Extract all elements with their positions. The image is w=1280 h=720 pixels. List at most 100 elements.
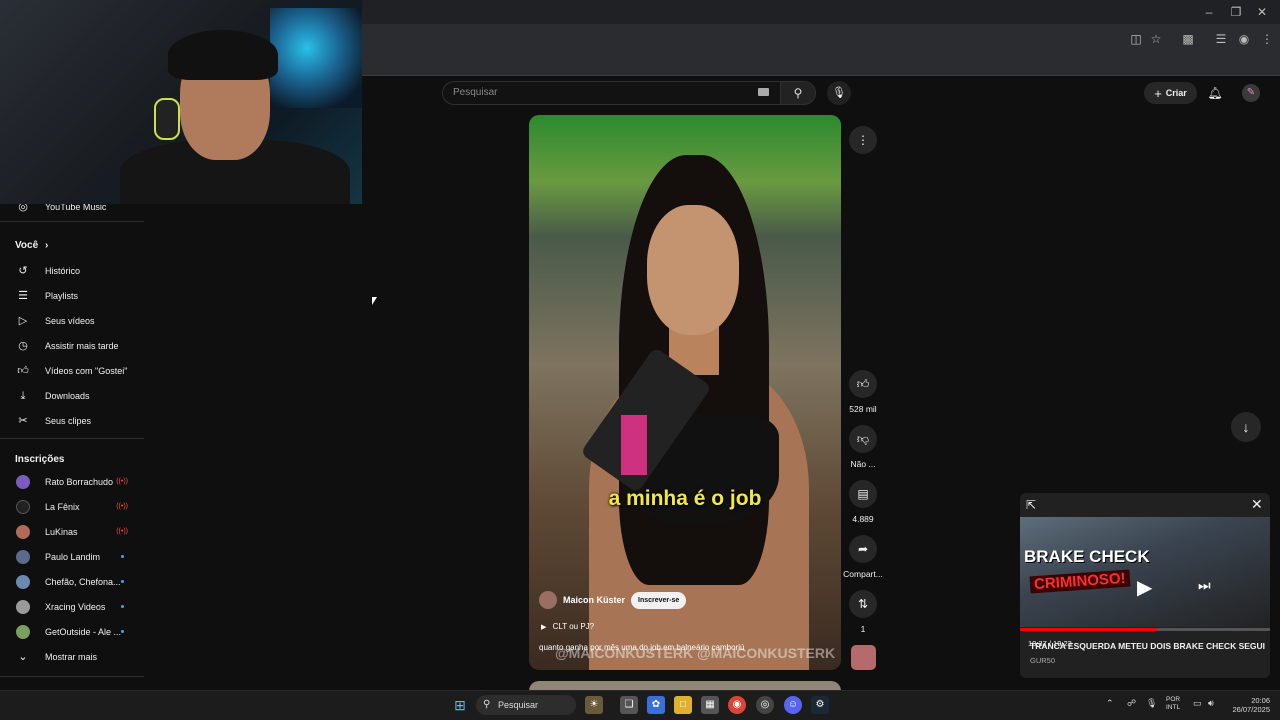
bookmark-star-icon[interactable]: ☆ [1148, 31, 1164, 47]
tray-overflow-icon[interactable]: ⌃ [1106, 698, 1114, 709]
webcam-background-monitor [270, 8, 362, 108]
sidebar-subscription-item[interactable]: Paulo Landim [0, 544, 144, 569]
new-content-dot [121, 555, 124, 558]
history-icon: ↺ [18, 264, 28, 277]
like-button[interactable]: 👍︎ [849, 370, 877, 398]
dislike-label: Não ... [850, 459, 876, 469]
store-icon[interactable]: ▦ [701, 696, 719, 714]
more-options-button[interactable]: ⋮ [849, 126, 877, 154]
profile-avatar[interactable]: ✎ [1242, 84, 1260, 102]
expand-icon[interactable]: ⇱ [1026, 498, 1036, 512]
thumbs-down-icon: 👎︎ [856, 432, 870, 446]
sidebar-you-heading[interactable]: Você › [15, 240, 48, 251]
channel-avatar [16, 549, 30, 564]
windows-start-icon[interactable]: ⊞ [451, 696, 469, 714]
skip-next-icon[interactable]: ⏭︎ [1198, 577, 1211, 594]
remix-icon: ⇅ [857, 597, 869, 611]
clock-time: 20:06 [1251, 696, 1270, 705]
search-icon: ⚲ [483, 699, 491, 710]
play-icon: ▶ [541, 624, 547, 631]
browser-menu-icon[interactable]: ⋮ [1259, 31, 1275, 47]
miniplayer-title[interactable]: TRANCA ESQUERDA METEU DOIS BRAKE CHECK S… [1030, 641, 1265, 651]
new-content-dot [121, 580, 124, 583]
miniplayer-channel[interactable]: GUR50 [1030, 656, 1055, 665]
arrow-down-icon: ↓ [1242, 419, 1250, 435]
sidebar-item-label: Xracing Videos [45, 601, 106, 612]
media-icon[interactable]: ☰ [1213, 31, 1229, 47]
sidebar-subscription-item[interactable]: Rato Borrachudo ((•)) [0, 469, 144, 494]
close-window-icon[interactable]: ✕ [1252, 4, 1272, 20]
copilot-icon[interactable]: ✿ [647, 696, 665, 714]
channel-avatar [16, 574, 30, 589]
task-view-icon[interactable]: ❏ [620, 696, 638, 714]
sidebar-show-more[interactable]: ⌄ Mostrar mais [0, 644, 144, 669]
windows-taskbar [0, 690, 1280, 720]
webcam-headset [154, 98, 180, 140]
chrome-icon[interactable]: ◉ [728, 696, 746, 714]
sidebar-subscription-item[interactable]: Xracing Videos [0, 594, 144, 619]
subscribe-button[interactable]: Inscrever-se [631, 591, 687, 609]
discord-icon[interactable]: ☺ [784, 696, 802, 714]
comments-button[interactable]: ▤ [849, 480, 877, 508]
channel-avatar[interactable] [539, 591, 557, 609]
volume-icon[interactable]: 🔊︎ [1208, 698, 1214, 709]
close-icon[interactable]: ✕ [1251, 496, 1263, 513]
sidebar-item-liked-videos[interactable]: 👍︎ Vídeos com "Gostei" [0, 358, 144, 383]
remix-button[interactable]: ⇅ [849, 590, 877, 618]
miniplayer[interactable]: ⇱ ✕ BRAKE CHECK CRIMINOSO! ▶ ⏭︎ 10:37 / … [1020, 493, 1270, 678]
sidebar-item-your-videos[interactable]: ▷ Seus vídeos [0, 308, 144, 333]
microphone-tray-icon[interactable]: 🎙︎ [1146, 698, 1157, 709]
search-button[interactable]: ⚲ [780, 81, 816, 105]
sidebar-subscription-item[interactable]: La Fênix ((•)) [0, 494, 144, 519]
download-icon: ⤓ [20, 389, 26, 402]
keyboard-icon[interactable] [758, 88, 769, 96]
obs-icon[interactable]: ◎ [756, 696, 774, 714]
profile-extension-icon[interactable]: ◉ [1236, 31, 1252, 47]
cast-icon[interactable]: ◫ [1128, 31, 1144, 47]
short-video-player[interactable]: a minha é o job @MAICONKUSTERK @MAICONKU… [529, 115, 841, 670]
dislike-button[interactable]: 👎︎ [849, 425, 877, 453]
sidebar-subscription-item[interactable]: GetOutside - Ale ... [0, 619, 144, 644]
search-input[interactable]: Pesquisar [442, 81, 780, 105]
comment-count: 4.889 [852, 514, 874, 524]
widgets-icon[interactable]: ☀ [585, 696, 603, 714]
input-language[interactable]: POR INTL [1166, 696, 1180, 712]
taskbar-search[interactable]: Pesquisar [476, 695, 576, 715]
sound-source-avatar[interactable] [851, 645, 876, 670]
share-icon: ➦ [857, 542, 869, 556]
minimize-icon[interactable]: – [1199, 4, 1219, 20]
sidebar-subscription-item[interactable]: Chefão, Chefona... [0, 569, 144, 594]
live-indicator-icon: ((•)) [116, 503, 128, 510]
notifications-bell-icon[interactable]: 🔔︎ [1206, 84, 1224, 102]
channel-avatar [16, 524, 30, 539]
channel-name[interactable]: Maicon Küster [563, 595, 625, 605]
share-button[interactable]: ➦ [849, 535, 877, 563]
taskbar-clock[interactable]: 20:06 26/07/2025 [1226, 696, 1270, 714]
network-icon[interactable]: ☍ [1127, 698, 1136, 709]
display-icon[interactable]: ▭ [1193, 698, 1202, 709]
sidebar-item-history[interactable]: ↺ Histórico [0, 258, 144, 283]
short-title[interactable]: quanto ganha por mês uma do job em balne… [539, 643, 744, 652]
video-figure-face [647, 205, 739, 335]
sidebar-subscription-item[interactable]: LuKinas ((•)) [0, 519, 144, 544]
create-button[interactable]: + Criar [1144, 82, 1197, 104]
channel-avatar [16, 599, 30, 614]
miniplayer-video[interactable]: BRAKE CHECK CRIMINOSO! ▶ ⏭︎ 10:37 / 19:2… [1020, 517, 1270, 648]
voice-search-button[interactable]: 🎙︎ [827, 81, 851, 105]
maximize-icon[interactable]: ❐ [1226, 4, 1246, 20]
sidebar: ◎ YouTube Music Você › ↺ Histórico ☰ Pla… [0, 194, 144, 690]
new-content-dot [121, 630, 124, 633]
sidebar-heading-label: Você [15, 240, 39, 251]
short-playlist-link[interactable]: ▶ CLT ou PJ? [541, 622, 594, 631]
sidebar-item-playlists[interactable]: ☰ Playlists [0, 283, 144, 308]
sidebar-item-label: Rato Borrachudo [45, 476, 114, 487]
play-icon[interactable]: ▶ [1137, 575, 1152, 600]
next-short-button[interactable]: ↓ [1231, 412, 1261, 442]
sidebar-item-watch-later[interactable]: ◷ Assistir mais tarde [0, 333, 144, 358]
sidebar-item-downloads[interactable]: ⤓ Downloads [0, 383, 144, 408]
steam-icon[interactable]: ⚙ [811, 696, 829, 714]
extensions-icon[interactable]: ▩ [1180, 31, 1196, 47]
file-explorer-icon[interactable]: □ [674, 696, 692, 714]
sidebar-item-clips[interactable]: ✂ Seus clipes [0, 408, 144, 433]
sidebar-item-label: Paulo Landim [45, 551, 101, 562]
